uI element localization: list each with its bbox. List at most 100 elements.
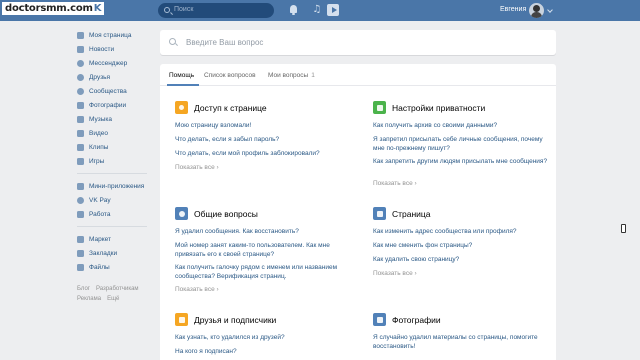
sidebar-item-label: Закладки — [89, 249, 118, 257]
show-all-link[interactable]: Показать все — [373, 180, 417, 187]
sidebar-item-games[interactable]: Игры — [77, 154, 157, 168]
sidebar-item-files[interactable]: Файлы — [77, 260, 157, 274]
search-placeholder: Поиск — [174, 6, 194, 13]
question-link[interactable]: Мою страницу взломали! — [175, 121, 251, 130]
show-all-link[interactable]: Показать все — [175, 164, 219, 171]
sidebar-item-label: Моя страница — [89, 31, 132, 39]
sidebar-item-my-page[interactable]: Моя страница — [77, 28, 157, 42]
camera-icon — [373, 313, 386, 326]
sidebar-item-label: Мессенджер — [89, 59, 128, 67]
sidebar-item-label: Файлы — [89, 263, 110, 271]
sidebar-item-label: Маркет — [89, 235, 112, 243]
apps-icon — [77, 182, 84, 190]
friends-icon — [77, 73, 84, 81]
help-search-input[interactable]: Введите Ваш вопрос — [160, 30, 556, 55]
question-link[interactable]: Я запретил присылать себе личные сообщен… — [373, 135, 549, 153]
footer-link-developers[interactable]: Разработчикам — [96, 286, 139, 292]
card-title-photos: Фотографии — [392, 315, 441, 325]
sidebar-item-photos[interactable]: Фотографии — [77, 98, 157, 112]
sidebar-item-label: Мини-приложения — [89, 182, 145, 190]
communities-icon — [77, 87, 84, 95]
question-link[interactable]: Я случайно удалил материалы со страницы,… — [373, 333, 549, 351]
sidebar-item-label: Игры — [89, 157, 105, 165]
music-icon — [77, 115, 84, 123]
vk-logo-icon: K — [93, 3, 102, 14]
sidebar-item-video[interactable]: Видео — [77, 126, 157, 140]
work-icon — [77, 210, 84, 218]
bookmarks-icon — [77, 249, 84, 257]
question-link[interactable]: Как получить галочку рядом с именем или … — [175, 263, 355, 281]
clips-icon — [77, 143, 84, 151]
news-icon — [77, 45, 84, 53]
sidebar-divider — [77, 173, 147, 174]
question-link[interactable]: Как мне сменить фон страницы? — [373, 241, 472, 250]
sidebar-item-label: Видео — [89, 129, 108, 137]
card-title-friends: Друзья и подписчики — [194, 315, 277, 325]
footer-link-ads[interactable]: Реклама — [77, 296, 101, 302]
files-icon — [77, 263, 84, 271]
page-icon — [373, 207, 386, 220]
sidebar-item-label: Клипы — [89, 143, 109, 151]
active-tab-indicator — [167, 84, 199, 86]
search-icon — [169, 38, 176, 45]
avatar[interactable] — [529, 3, 544, 18]
lock-icon — [373, 101, 386, 114]
left-sidebar: Моя страница Новости Мессенджер Друзья С… — [77, 28, 157, 304]
sidebar-item-music[interactable]: Музыка — [77, 112, 157, 126]
card-title-general: Общие вопросы — [194, 209, 258, 219]
show-all-link[interactable]: Показать все — [373, 270, 417, 277]
market-icon — [77, 235, 84, 243]
sidebar-item-mini-apps[interactable]: Мини-приложения — [77, 179, 157, 193]
header-search-input[interactable]: Поиск — [158, 3, 274, 18]
vkpay-icon — [77, 196, 84, 204]
sidebar-item-communities[interactable]: Сообщества — [77, 84, 157, 98]
sidebar-item-label: Друзья — [89, 73, 111, 81]
sidebar-item-vk-pay[interactable]: VK Pay — [77, 193, 157, 207]
top-bar: doctorsmm.comK Поиск ♫ Евгения — [0, 0, 640, 21]
sidebar-item-friends[interactable]: Друзья — [77, 70, 157, 84]
question-link[interactable]: Как удалить свою страницу? — [373, 255, 459, 264]
star-icon — [175, 207, 188, 220]
question-link[interactable]: Как получить архив со своими данными? — [373, 121, 549, 130]
user-name[interactable]: Евгения — [500, 6, 526, 13]
question-link[interactable]: Что делать, если я забыл пароль? — [175, 135, 279, 144]
sidebar-item-label: Работа — [89, 210, 111, 218]
help-panel: Помощь Список вопросов Мои вопросы 1 Дост… — [160, 64, 556, 360]
question-link[interactable]: Мой номер занят каким-то пользователем. … — [175, 241, 355, 259]
bell-icon[interactable] — [288, 4, 300, 16]
card-title-page-access: Доступ к странице — [194, 103, 267, 113]
sidebar-item-work[interactable]: Работа — [77, 207, 157, 221]
sidebar-divider — [77, 226, 147, 227]
play-icon[interactable] — [327, 4, 339, 16]
chevron-down-icon[interactable] — [547, 7, 553, 13]
video-icon — [77, 129, 84, 137]
tab-my-questions-label: Мои вопросы — [268, 72, 309, 79]
question-link[interactable]: Как узнать, кто удалился из друзей? — [175, 333, 285, 342]
messenger-icon — [77, 59, 84, 67]
card-title-privacy: Настройки приватности — [392, 103, 486, 113]
help-tabs: Помощь Список вопросов Мои вопросы 1 — [160, 64, 556, 86]
sidebar-item-label: Новости — [89, 45, 115, 53]
question-link[interactable]: Что делать, если мой профиль заблокирова… — [175, 149, 320, 158]
sidebar-item-market[interactable]: Маркет — [77, 232, 157, 246]
logo[interactable]: doctorsmm.comK — [2, 2, 105, 15]
tab-help[interactable]: Помощь — [169, 72, 194, 79]
question-link[interactable]: Я удалил сообщения. Как восстановить? — [175, 227, 355, 236]
footer-link-blog[interactable]: Блог — [77, 286, 90, 292]
show-all-link[interactable]: Показать все — [175, 286, 219, 293]
question-link[interactable]: На кого я подписан? — [175, 347, 237, 356]
logo-text: doctorsmm.com — [5, 3, 93, 14]
tab-questions-list[interactable]: Список вопросов — [204, 72, 256, 79]
sidebar-item-news[interactable]: Новости — [77, 42, 157, 56]
sidebar-item-clips[interactable]: Клипы — [77, 140, 157, 154]
sidebar-item-messenger[interactable]: Мессенджер — [77, 56, 157, 70]
question-link[interactable]: Как запретить другим людям присылать мне… — [373, 157, 549, 166]
tab-my-questions[interactable]: Мои вопросы 1 — [268, 72, 315, 79]
question-link[interactable]: Как изменить адрес сообщества или профил… — [373, 227, 517, 236]
music-icon[interactable]: ♫ — [311, 4, 323, 16]
sidebar-item-label: Сообщества — [89, 87, 127, 95]
sidebar-item-label: Фотографии — [89, 101, 127, 109]
footer-link-more[interactable]: Ещё — [107, 296, 119, 302]
sidebar-footer: Блог Разработчикам Реклама Ещё — [77, 284, 157, 304]
sidebar-item-bookmarks[interactable]: Закладки — [77, 246, 157, 260]
